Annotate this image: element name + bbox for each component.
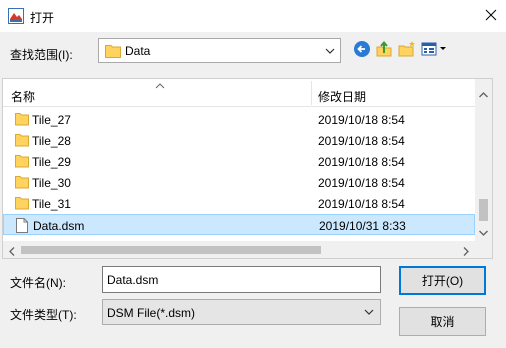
window-title: 打开 (30, 11, 55, 25)
file-name: Tile_28 (32, 134, 71, 148)
open-file-dialog: 打开 查找范围(I): Data 名称 修改日期 Tile_27 2019/10… (0, 0, 506, 348)
scroll-right-icon[interactable] (463, 245, 469, 259)
folder-icon (15, 175, 29, 192)
file-date: 2019/10/18 8:54 (318, 113, 405, 127)
lookin-combo[interactable]: Data (98, 38, 341, 63)
scroll-down-icon[interactable] (479, 225, 488, 239)
file-row[interactable]: Tile_27 2019/10/18 8:54 (3, 109, 475, 130)
new-folder-icon (398, 40, 416, 61)
chevron-down-icon (363, 306, 375, 321)
file-date: 2019/10/18 8:54 (318, 176, 405, 190)
file-date: 2019/10/18 8:54 (318, 134, 405, 148)
file-name: Tile_29 (32, 155, 71, 169)
up-folder-button[interactable] (374, 40, 394, 60)
view-menu-button[interactable] (420, 40, 448, 60)
file-date: 2019/10/18 8:54 (318, 197, 405, 211)
file-name: Tile_30 (32, 176, 71, 190)
file-date: 2019/10/18 8:54 (318, 155, 405, 169)
horizontal-scrollbar[interactable] (3, 241, 475, 258)
cancel-button[interactable]: 取消 (399, 307, 486, 336)
back-button[interactable] (352, 40, 372, 60)
column-name[interactable]: 名称 (11, 88, 35, 105)
file-name: Tile_31 (32, 197, 71, 211)
file-row[interactable]: Tile_30 2019/10/18 8:54 (3, 172, 475, 193)
chevron-down-icon (324, 45, 336, 60)
open-button[interactable]: 打开(O) (399, 266, 486, 295)
file-date: 2019/10/31 8:33 (319, 219, 406, 233)
vertical-scroll-thumb[interactable] (479, 199, 488, 221)
close-button[interactable] (476, 0, 506, 32)
file-icon (16, 218, 28, 236)
title-bar: 打开 (0, 0, 506, 32)
folder-icon (15, 196, 29, 213)
folder-icon (15, 154, 29, 171)
filetype-value: DSM File(*.dsm) (107, 306, 196, 320)
lookin-label: 查找范围(I): (10, 48, 73, 62)
file-list[interactable]: 名称 修改日期 Tile_27 2019/10/18 8:54 Tile_28 201… (2, 78, 493, 259)
folder-icon (15, 133, 29, 150)
sort-ascending-icon (155, 79, 165, 93)
file-row[interactable]: Tile_28 2019/10/18 8:54 (3, 130, 475, 151)
filename-label: 文件名(N): (10, 276, 66, 290)
lookin-value: Data (125, 44, 151, 58)
horizontal-scroll-thumb[interactable] (21, 246, 321, 254)
file-name: Data.dsm (33, 219, 85, 233)
file-row[interactable]: Tile_29 2019/10/18 8:54 (3, 151, 475, 172)
scroll-up-icon[interactable] (479, 87, 488, 101)
up-folder-icon (375, 40, 393, 61)
vertical-scrollbar[interactable] (475, 79, 492, 241)
new-folder-button[interactable] (397, 40, 417, 60)
filetype-select[interactable]: DSM File(*.dsm) (102, 299, 381, 325)
file-name: Tile_27 (32, 113, 71, 127)
scrollbar-corner (475, 241, 492, 258)
back-arrow-icon (353, 40, 371, 61)
close-icon (485, 9, 497, 24)
file-row[interactable]: Data.dsm 2019/10/31 8:33 (3, 214, 475, 235)
folder-icon (105, 44, 121, 61)
filename-input[interactable] (102, 266, 381, 293)
column-date[interactable]: 修改日期 (318, 88, 366, 105)
app-icon (8, 8, 24, 24)
folder-icon (15, 112, 29, 129)
filetype-label: 文件类型(T): (10, 308, 77, 322)
view-menu-icon (421, 41, 447, 60)
file-list-content: 名称 修改日期 Tile_27 2019/10/18 8:54 Tile_28 201… (3, 79, 475, 241)
file-row[interactable]: Tile_31 2019/10/18 8:54 (3, 193, 475, 214)
column-divider[interactable] (311, 81, 312, 105)
column-header: 名称 修改日期 (3, 79, 475, 107)
scroll-left-icon[interactable] (9, 245, 15, 259)
